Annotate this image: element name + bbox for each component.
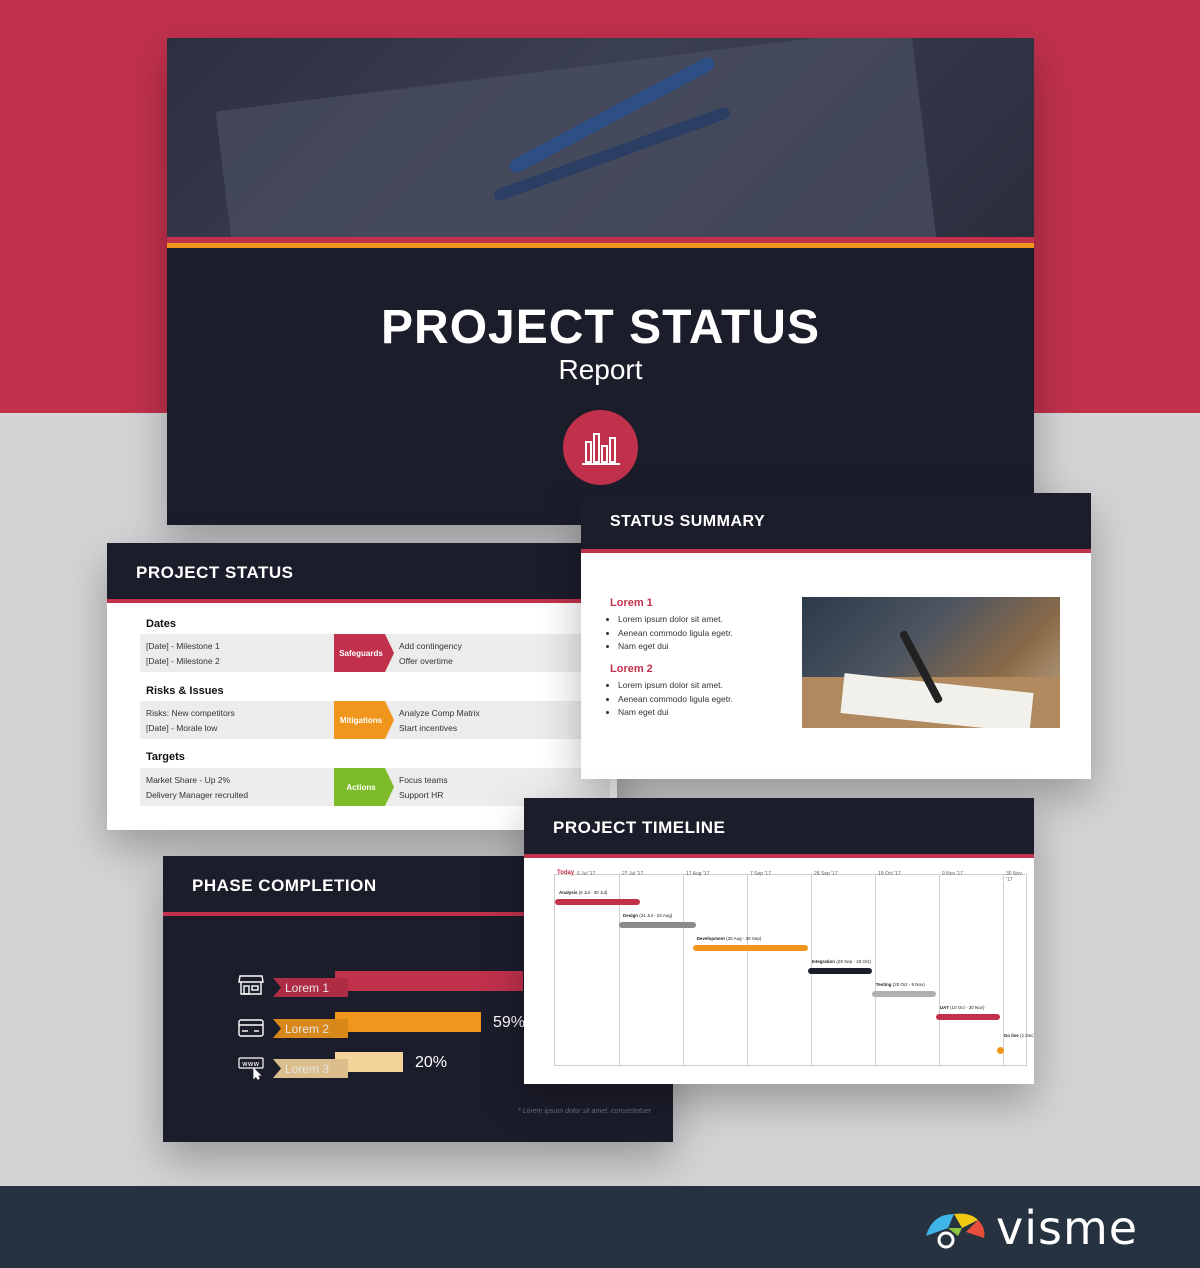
svg-text:www: www bbox=[242, 1060, 259, 1068]
gantt-chart: Today 6 Jul '17 27 Jul '17 17 Aug '17 7 Sep… bbox=[554, 870, 1034, 1067]
bullet-list: Lorem ipsum dolor sit amet. Aenean commo… bbox=[618, 679, 733, 720]
gantt-task-label: Development (30 Aug - 28 Sep) bbox=[696, 936, 762, 941]
status-row: Risks: New competitors [Date] - Morale lo… bbox=[140, 701, 610, 739]
row-item: [Date] - Milestone 1 bbox=[146, 641, 220, 651]
group-heading: Lorem 2 bbox=[610, 663, 653, 675]
row-item: Support HR bbox=[399, 790, 444, 800]
cover-stripe-orange bbox=[167, 243, 1034, 248]
gantt-date-label: 27 Jul '17 bbox=[622, 871, 644, 877]
gantt-gridline bbox=[1003, 875, 1004, 1067]
section-heading: Targets bbox=[146, 751, 185, 763]
percent-label: 59% bbox=[493, 1014, 526, 1031]
web-cursor-icon: www bbox=[238, 1056, 264, 1080]
slide-title: PROJECT STATUS bbox=[136, 563, 294, 582]
tag-actions: Actions bbox=[334, 768, 394, 806]
today-label: Today bbox=[557, 870, 575, 876]
cover-photo bbox=[167, 38, 1034, 237]
completion-bar bbox=[335, 1012, 481, 1032]
bar-chart-icon bbox=[563, 410, 638, 485]
writing-photo bbox=[802, 597, 1060, 728]
gantt-gridline bbox=[875, 875, 876, 1067]
gantt-date-label: 7 Sep '17 bbox=[750, 871, 771, 877]
row-item: Risks: New competitors bbox=[146, 708, 235, 718]
slide-header: STATUS SUMMARY bbox=[581, 493, 1091, 549]
row-item: [Date] - Morale low bbox=[146, 723, 218, 733]
list-item: Aenean commodo ligula egetr. bbox=[618, 627, 733, 641]
row-item: Market Share - Up 2% bbox=[146, 775, 231, 785]
status-summary-slide: STATUS SUMMARY Lorem 1 Lorem ipsum dolor… bbox=[581, 493, 1091, 779]
visme-logo-icon bbox=[926, 1213, 985, 1249]
list-item: Aenean commodo ligula egetr. bbox=[618, 693, 733, 707]
cover-slide: PROJECT STATUS Report bbox=[167, 38, 1034, 525]
percent-label: 20% bbox=[415, 1054, 448, 1071]
gantt-date-label: 6 Jul '17 bbox=[577, 871, 596, 877]
gantt-task-bar bbox=[996, 1047, 1004, 1054]
cover-title: PROJECT STATUS bbox=[381, 301, 820, 354]
row-item: Focus teams bbox=[399, 775, 448, 785]
slide-title: STATUS SUMMARY bbox=[610, 513, 766, 530]
slide-title: PHASE COMPLETION bbox=[192, 876, 377, 895]
gantt-task-label: Analysis (6 Jul - 30 Jul) bbox=[559, 890, 608, 895]
project-timeline-slide: PROJECT TIMELINE Today 6 Jul '17 27 Jul '… bbox=[524, 798, 1034, 1084]
bar-label: Lorem 3 bbox=[273, 1059, 348, 1078]
bar-label: Lorem 1 bbox=[273, 978, 348, 997]
credit-card-icon bbox=[238, 1017, 264, 1039]
gantt-date-label: 19 Oct '17 bbox=[878, 871, 901, 877]
list-item: Nam eget dui bbox=[618, 640, 733, 654]
gantt-date-label: 30 Nov '17 bbox=[1006, 871, 1022, 883]
tag-safeguards: Safeguards bbox=[334, 634, 394, 672]
gantt-task-bar bbox=[935, 1014, 1000, 1020]
gantt-task-bar bbox=[807, 968, 872, 974]
gantt-gridline bbox=[683, 875, 684, 1067]
footnote: * Lorem ipsum dolor sit amet, consectetu… bbox=[518, 1108, 652, 1115]
gantt-date-label: 17 Aug '17 bbox=[686, 871, 710, 877]
storefront-icon bbox=[238, 974, 264, 996]
section-heading: Dates bbox=[146, 618, 176, 630]
gantt-gridline bbox=[747, 875, 748, 1067]
project-status-slide: PROJECT STATUS Dates [Date] - Milestone … bbox=[107, 543, 617, 830]
list-item: Nam eget dui bbox=[618, 706, 733, 720]
group-heading: Lorem 1 bbox=[610, 597, 653, 609]
row-item: Delivery Manager recruited bbox=[146, 790, 249, 800]
status-row: [Date] - Milestone 1 [Date] - Milestone 2… bbox=[140, 634, 610, 672]
row-item: Analyze Comp Matrix bbox=[399, 708, 480, 718]
row-item: Offer overtime bbox=[399, 656, 453, 666]
gantt-task-label: Design (31 Jul - 23 Aug) bbox=[623, 913, 673, 918]
row-item: Start incentives bbox=[399, 723, 458, 733]
tag-mitigations: Mitigations bbox=[334, 701, 394, 739]
gantt-task-bar bbox=[871, 991, 936, 997]
slide-title: PROJECT TIMELINE bbox=[553, 818, 726, 837]
gantt-task-bar bbox=[555, 899, 641, 905]
slide-header: PROJECT TIMELINE bbox=[524, 798, 1034, 854]
list-item: Lorem ipsum dolor sit amet. bbox=[618, 679, 733, 693]
bullet-list: Lorem ipsum dolor sit amet. Aenean commo… bbox=[618, 613, 733, 654]
row-item: [Date] - Milestone 2 bbox=[146, 656, 220, 666]
brand-name: visme bbox=[996, 1201, 1139, 1255]
gantt-task-bar bbox=[619, 922, 696, 928]
visme-logo: visme bbox=[922, 1201, 1162, 1255]
list-item: Lorem ipsum dolor sit amet. bbox=[618, 613, 733, 627]
gantt-task-label: Go live (1 Dec) bbox=[1003, 1033, 1034, 1038]
section-heading: Risks & Issues bbox=[146, 685, 224, 697]
gantt-task-label: UAT (10 Oct - 30 Nov) bbox=[939, 1005, 985, 1010]
gantt-task-label: Testing (20 Oct - 9 Nov) bbox=[875, 982, 925, 987]
gantt-task-bar bbox=[692, 945, 808, 951]
gantt-date-label: 9 Nov '17 bbox=[942, 871, 963, 877]
bar-label: Lorem 2 bbox=[273, 1019, 348, 1038]
cover-subtitle: Report bbox=[558, 354, 643, 385]
row-item: Add contingency bbox=[399, 641, 462, 651]
slide-header: PROJECT STATUS bbox=[107, 543, 617, 599]
completion-bar bbox=[335, 971, 523, 991]
gantt-gridline bbox=[939, 875, 940, 1067]
gantt-task-label: Integration (29 Sep - 19 Oct) bbox=[811, 959, 871, 964]
gantt-date-label: 28 Sep '17 bbox=[814, 871, 838, 877]
